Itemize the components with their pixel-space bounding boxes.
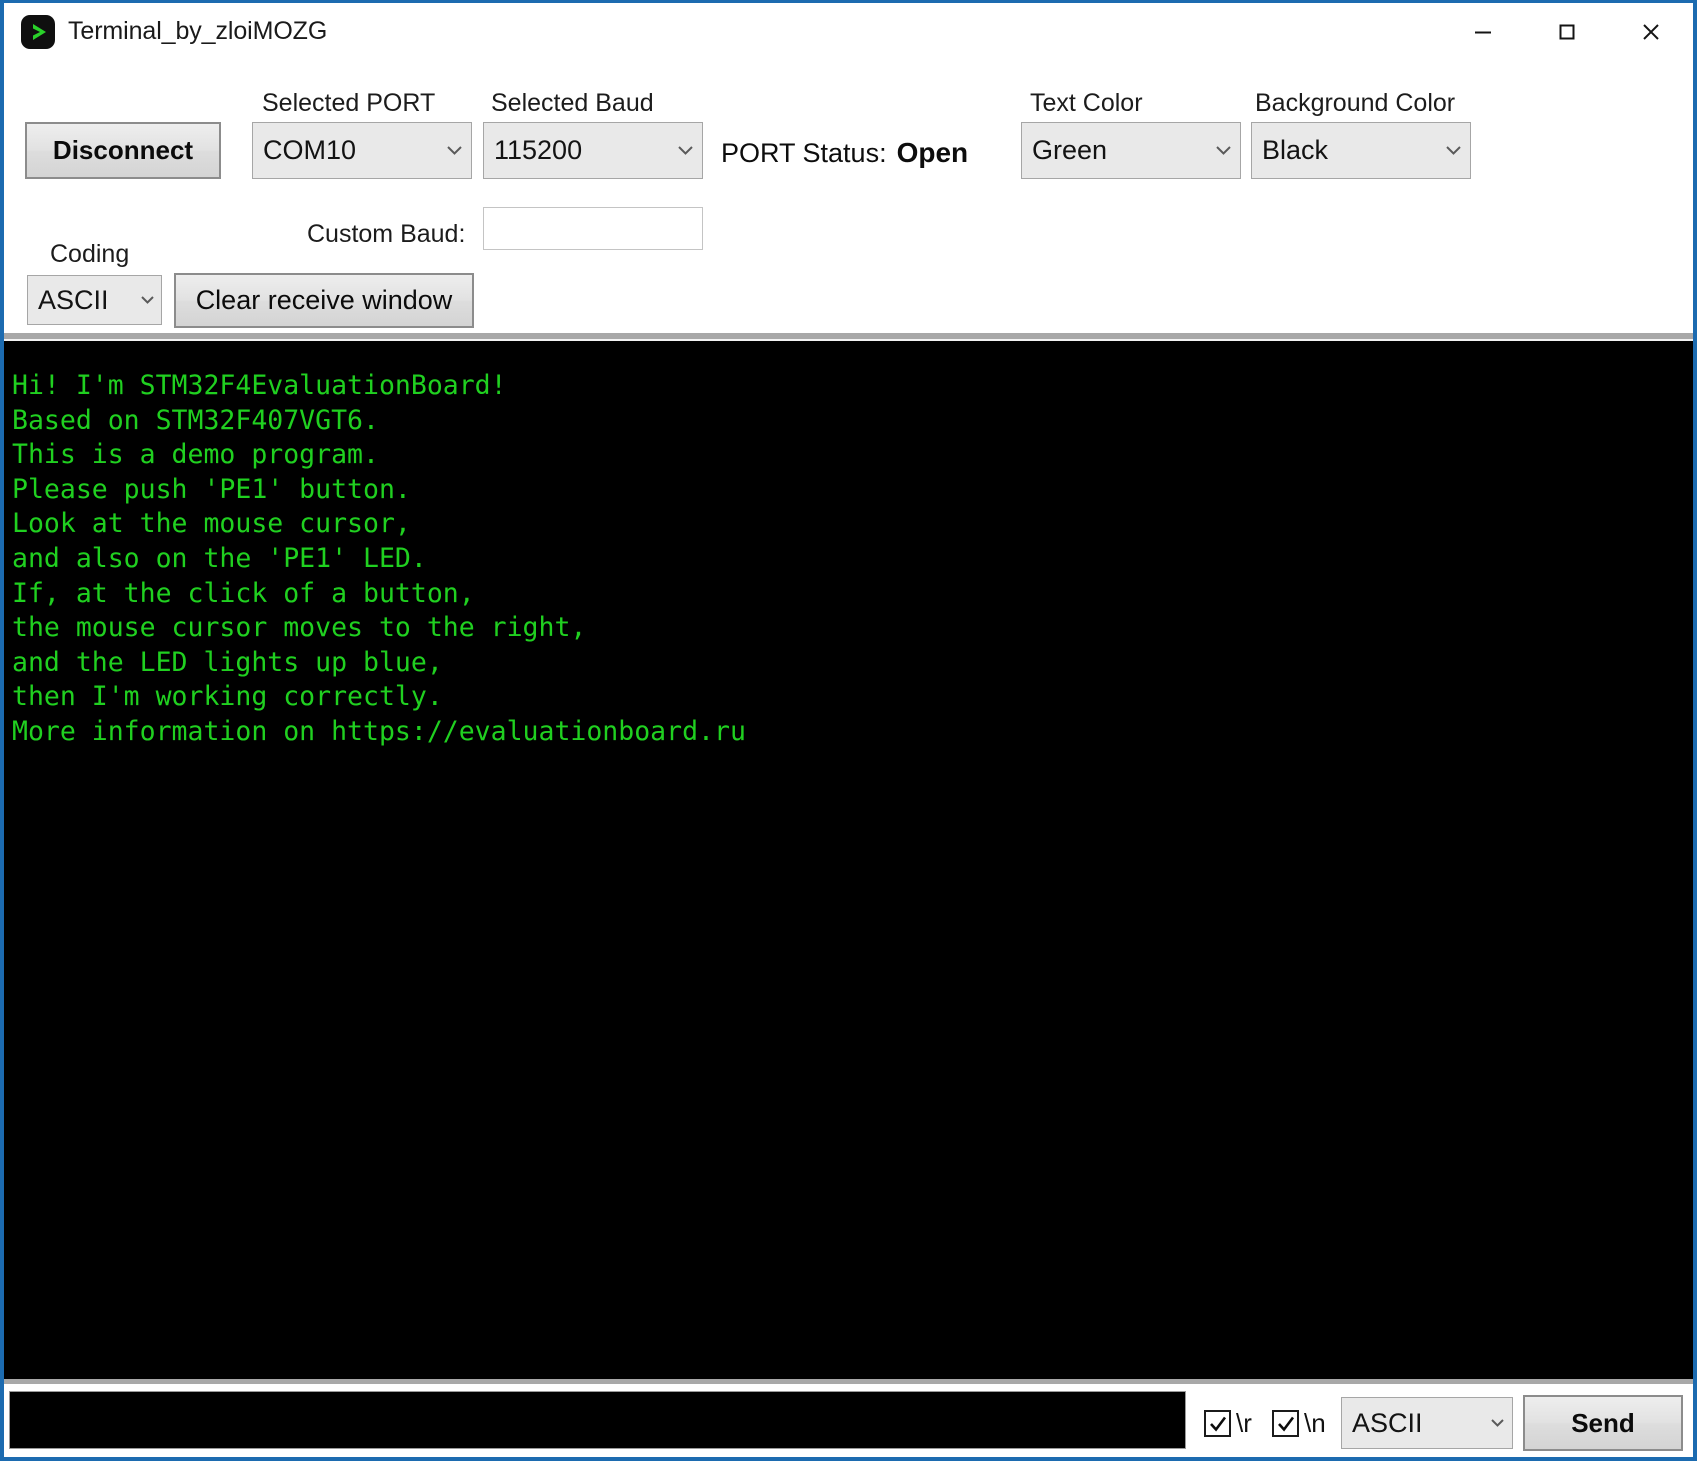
baud-select[interactable]: 115200 — [483, 122, 703, 179]
disconnect-button[interactable]: Disconnect — [25, 122, 221, 179]
port-select[interactable]: COM10 — [252, 122, 472, 179]
checkbox-box-cr[interactable] — [1204, 1410, 1231, 1437]
chevron-down-icon — [1482, 1418, 1512, 1428]
window-title: Terminal_by_zloiMOZG — [68, 17, 328, 45]
window-controls — [1441, 3, 1693, 60]
close-button[interactable] — [1609, 3, 1693, 60]
cr-checkbox[interactable]: \r — [1204, 1408, 1252, 1439]
text-color-value: Green — [1032, 135, 1108, 165]
chevron-down-icon — [1436, 145, 1470, 156]
background-color-select[interactable]: Black — [1251, 122, 1471, 179]
port-status: PORT Status: Open — [721, 137, 968, 169]
cr-label: \r — [1236, 1408, 1252, 1438]
checkbox-box-lf[interactable] — [1272, 1410, 1299, 1437]
chevron-down-icon — [1206, 145, 1240, 156]
send-bar: \r \n ASCII Send — [4, 1379, 1693, 1457]
selected-port-label: Selected PORT — [262, 89, 436, 117]
text-color-select[interactable]: Green — [1021, 122, 1241, 179]
port-select-value: COM10 — [263, 135, 357, 165]
title-bar: Terminal_by_zloiMOZG — [4, 3, 1693, 60]
port-status-label: PORT Status: — [721, 138, 887, 168]
send-button[interactable]: Send — [1523, 1395, 1683, 1451]
send-coding-value: ASCII — [1352, 1407, 1423, 1438]
background-color-value: Black — [1262, 135, 1329, 165]
coding-select-value: ASCII — [38, 284, 109, 315]
minimize-button[interactable] — [1441, 3, 1525, 60]
text-color-label: Text Color — [1030, 89, 1143, 117]
custom-baud-input[interactable] — [483, 207, 703, 250]
receive-window[interactable]: Hi! I'm STM32F4EvaluationBoard! Based on… — [4, 339, 1693, 1379]
send-coding-select[interactable]: ASCII — [1341, 1397, 1513, 1449]
maximize-button[interactable] — [1525, 3, 1609, 60]
app-window: Terminal_by_zloiMOZG Selected PORT Selec… — [0, 0, 1697, 1461]
play-triangle-icon — [21, 14, 55, 49]
coding-select[interactable]: ASCII — [27, 275, 162, 325]
selected-baud-label: Selected Baud — [491, 89, 654, 117]
port-status-value: Open — [896, 137, 969, 168]
chevron-down-icon — [133, 295, 161, 305]
baud-select-value: 115200 — [494, 135, 583, 165]
clear-receive-window-button[interactable]: Clear receive window — [174, 273, 474, 328]
coding-label: Coding — [50, 240, 130, 268]
custom-baud-label: Custom Baud: — [307, 220, 466, 248]
control-panel: Selected PORT Selected Baud Text Color B… — [4, 60, 1693, 333]
send-input[interactable] — [9, 1391, 1186, 1449]
lf-checkbox[interactable]: \n — [1272, 1408, 1326, 1439]
chevron-down-icon — [668, 145, 702, 156]
lf-label: \n — [1304, 1408, 1326, 1438]
background-color-label: Background Color — [1255, 89, 1456, 117]
chevron-down-icon — [437, 145, 471, 156]
terminal-output-text: Hi! I'm STM32F4EvaluationBoard! Based on… — [12, 370, 746, 747]
